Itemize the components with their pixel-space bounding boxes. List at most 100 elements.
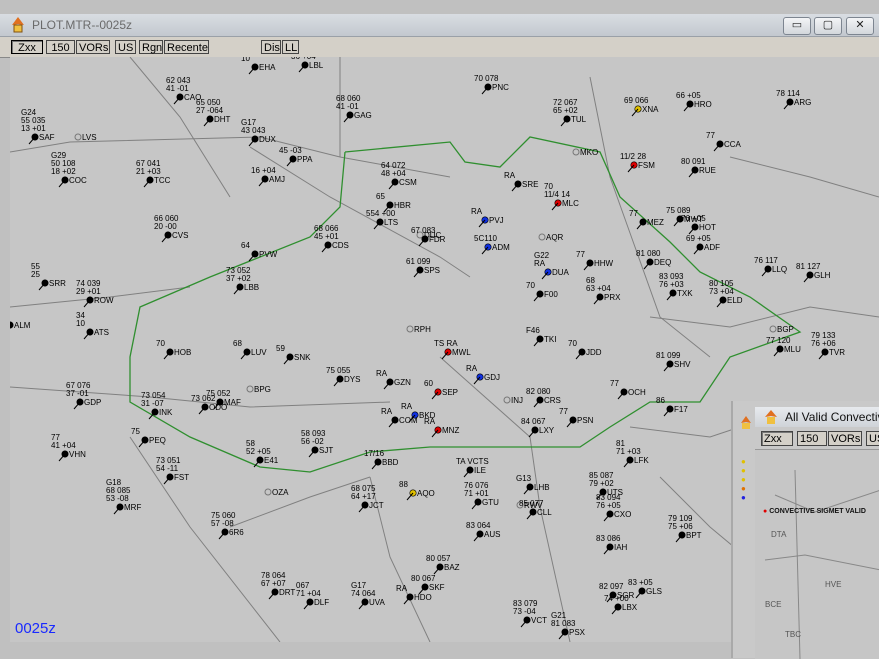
- station-obs-sep-0: 60: [424, 379, 433, 388]
- station-id-lfk: LFK: [634, 456, 649, 465]
- region-label-bgp: BGP: [777, 325, 794, 334]
- station-obs-hdo-0: RA: [396, 584, 408, 593]
- station-id-dux: DUX: [259, 135, 277, 144]
- station-id-adf: ADF: [704, 243, 720, 252]
- popup-zxx-button[interactable]: Zxx: [761, 431, 793, 446]
- recenter-button[interactable]: Recente: [164, 40, 209, 54]
- region-label-inj: INJ: [511, 396, 523, 405]
- display-button[interactable]: Dis: [261, 40, 281, 54]
- minimize-button[interactable]: ▭: [783, 17, 811, 35]
- station-id-mlc: MLC: [562, 199, 579, 208]
- station-obs-pvw-0: 64: [241, 241, 250, 250]
- station-id-cxo: CXO: [614, 510, 631, 519]
- station-id-lbl: LBL: [309, 61, 324, 70]
- station-id-hro: HRO: [694, 100, 712, 109]
- station-id-mnz: MNZ: [442, 426, 459, 435]
- region-button[interactable]: Rgn: [139, 40, 163, 54]
- station-obs-saf-2: 13 +01: [21, 124, 46, 133]
- popup-label-bce: BCE: [765, 600, 782, 609]
- station-id-dht: DHT: [214, 115, 231, 124]
- station-obs-rue-0: 80 091: [681, 157, 706, 166]
- station-id-lts: LTS: [384, 218, 398, 227]
- station-id-gdj: GDJ: [484, 373, 500, 382]
- station-obs-lbb-1: 37 +02: [226, 274, 251, 283]
- station-obs-lts-0: 554 +00: [366, 209, 396, 218]
- station-obs-vhn-1: 41 +04: [51, 441, 76, 450]
- station-obs-lxy-0: 84 067: [521, 417, 546, 426]
- legend-dot-icon: ●: [763, 508, 768, 515]
- station-id-gag: GAG: [354, 111, 372, 120]
- station-id-xna: XNA: [642, 105, 659, 114]
- station-obs-jdd-0: 70: [568, 339, 577, 348]
- station-id-fdr: FDR: [429, 235, 446, 244]
- boundary-line-9: [129, 436, 281, 642]
- station-id-maf: MAF: [224, 398, 241, 407]
- region-marker-bpg: [246, 385, 254, 393]
- station-obs-snk-0: 59: [276, 344, 285, 353]
- station-obs-sre-0: RA: [504, 171, 516, 180]
- station-id-gls: GLS: [646, 587, 662, 596]
- station-obs-gzn-0: RA: [376, 369, 388, 378]
- station-id-luv: LUV: [251, 348, 267, 357]
- station-obs-fsm-0: 11/2 28: [620, 152, 647, 161]
- convective-sigmet-window: All Valid Convective Zxx 150 VORs US ● C…: [731, 401, 879, 659]
- station-id-lbb: LBB: [244, 283, 259, 292]
- popup-map[interactable]: ● CONVECTIVE SIGMET VALID DTA HVE BCE TB…: [755, 449, 879, 659]
- station-id-aus: AUS: [484, 530, 500, 539]
- station-obs-f17-0: 86: [656, 396, 665, 405]
- station-id-aqo: AQO: [417, 489, 435, 498]
- station-id-ink: INK: [159, 408, 173, 417]
- station-id-bpt: BPT: [686, 531, 702, 540]
- station-id-cds: CDS: [332, 241, 349, 250]
- legend-text: CONVECTIVE SIGMET VALID: [769, 508, 866, 515]
- station-obs-ink-1: 31 -07: [141, 399, 164, 408]
- station-obs-baz-0: 80 057: [426, 554, 451, 563]
- station-id-snk: SNK: [294, 353, 311, 362]
- station-id-pvw: PVW: [259, 250, 278, 259]
- station-id-gzn: GZN: [394, 378, 411, 387]
- popup-title-text: All Valid Convective: [785, 410, 879, 424]
- station-obs-psn-0: 77: [559, 407, 568, 416]
- close-button[interactable]: ✕: [846, 17, 874, 35]
- station-id-vhn: VHN: [69, 450, 86, 459]
- vors-button[interactable]: VORs: [76, 40, 110, 54]
- station-obs-dht-1: 27 -064: [196, 106, 224, 115]
- station-id-pnc: PNC: [492, 83, 509, 92]
- station-obs-gtu-1: 71 +01: [464, 489, 489, 498]
- popup-150-button[interactable]: 150: [797, 431, 827, 446]
- toolbar: Zxx 150 VORs US Rgn Recente Dis LL: [0, 37, 879, 58]
- boundary-line-7: [649, 306, 879, 328]
- station-id-mwl: MWL: [452, 348, 471, 357]
- station-obs-och-0: 77: [610, 379, 619, 388]
- us-button[interactable]: US: [115, 40, 136, 54]
- popup-label-hve: HVE: [825, 580, 842, 589]
- station-obs-pnc-0: 70 078: [474, 74, 499, 83]
- range-150-button[interactable]: 150: [46, 40, 75, 54]
- station-id-ppa: PPA: [297, 155, 313, 164]
- station-obs-xna-0: 69 066: [624, 96, 649, 105]
- station-obs-eha-1: 10: [241, 57, 250, 63]
- station-id-pvj: PVJ: [489, 216, 504, 225]
- station-id-deq: DEQ: [654, 258, 671, 267]
- station-id-e41: E41: [264, 456, 279, 465]
- station-obs-6r6-1: 57 -08: [211, 519, 234, 528]
- station-obs-tvr-1: 76 +06: [811, 339, 836, 348]
- station-id-alm: ALM: [14, 321, 31, 330]
- station-obs-hot-0: 76 +05: [681, 214, 706, 223]
- station-obs-amj-0: 16 +04: [251, 166, 276, 175]
- region-marker-aqr: [538, 233, 546, 241]
- station-obs-peq-0: 75: [131, 427, 140, 436]
- maximize-button[interactable]: ▢: [814, 17, 842, 35]
- station-id-tki: TKI: [544, 335, 556, 344]
- latlon-button[interactable]: LL: [282, 40, 299, 54]
- station-id-saf: SAF: [39, 133, 55, 142]
- station-obs-tcc-1: 21 +03: [136, 167, 161, 176]
- station-id-prx: PRX: [604, 293, 621, 302]
- station-obs-skf-0: 80 067: [411, 574, 436, 583]
- station-obs-eld-1: 73 +04: [709, 287, 734, 296]
- station-id-fst: FST: [174, 473, 189, 482]
- station-id-arg: ARG: [794, 98, 811, 107]
- popup-vors-button[interactable]: VORs: [828, 431, 862, 446]
- popup-us-button[interactable]: US: [866, 431, 879, 446]
- zxx-button[interactable]: Zxx: [11, 40, 43, 54]
